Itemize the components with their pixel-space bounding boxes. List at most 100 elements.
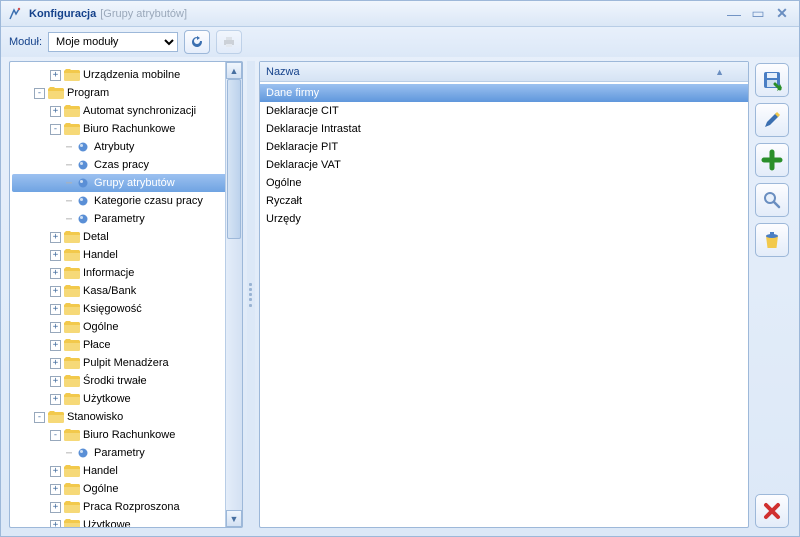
folder-icon [64, 428, 80, 442]
folder-icon [64, 248, 80, 262]
list-item[interactable]: Deklaracje PIT [260, 138, 748, 156]
expander-icon[interactable]: + [50, 394, 61, 405]
folder-icon [64, 104, 80, 118]
sort-indicator-icon: ▲ [715, 67, 742, 77]
expander-icon[interactable]: + [50, 358, 61, 369]
tree-item-label: Płace [83, 339, 111, 351]
tree-item[interactable]: ⋯Grupy atrybutów [12, 174, 240, 192]
delete-button[interactable] [755, 223, 789, 257]
tree-folder[interactable]: +Księgowość [12, 300, 240, 318]
tree-folder[interactable]: +Ogólne [12, 318, 240, 336]
tree-item-label: Handel [83, 465, 118, 477]
list-header-name[interactable]: Nazwa ▲ [260, 62, 748, 82]
list-item[interactable]: Ryczałt [260, 192, 748, 210]
expander-icon[interactable]: + [50, 322, 61, 333]
tree-scrollbar[interactable]: ▲ ▼ [225, 62, 242, 527]
print-icon [221, 34, 237, 50]
tree-connector: ⋯ [66, 160, 73, 171]
list-item[interactable]: Urzędy [260, 210, 748, 228]
tree-item-label: Środki trwałe [83, 375, 147, 387]
trash-icon [761, 229, 783, 251]
list-item[interactable]: Ogólne [260, 174, 748, 192]
expander-icon[interactable]: + [50, 268, 61, 279]
expander-icon[interactable]: + [50, 376, 61, 387]
expander-icon[interactable]: + [50, 502, 61, 513]
config-tree[interactable]: +Urządzenia mobilne-Program + Automat sync… [10, 62, 242, 527]
tree-folder[interactable]: +Detal [12, 228, 240, 246]
close-icon [762, 501, 782, 521]
tree-folder[interactable]: + Automat synchronizacji [12, 102, 240, 120]
expander-icon[interactable]: + [50, 106, 61, 117]
list-item[interactable]: Dane firmy [260, 84, 748, 102]
tree-folder[interactable]: + Użytkowe [12, 390, 240, 408]
tree-item-label: Użytkowe [83, 393, 131, 405]
list-item[interactable]: Deklaracje Intrastat [260, 120, 748, 138]
close-window-button[interactable]: ✕ [771, 5, 793, 23]
list-item[interactable]: Deklaracje CIT [260, 102, 748, 120]
attribute-group-list[interactable]: Dane firmyDeklaracje CITDeklaracje Intra… [260, 82, 748, 230]
scroll-up-button[interactable]: ▲ [226, 62, 242, 79]
search-button[interactable] [755, 183, 789, 217]
expander-icon[interactable]: + [50, 250, 61, 261]
list-item[interactable]: Deklaracje VAT [260, 156, 748, 174]
expander-icon[interactable]: - [50, 124, 61, 135]
tree-folder[interactable]: + Środki trwałe [12, 372, 240, 390]
tree-folder[interactable]: +Praca Rozproszona [12, 498, 240, 516]
expander-icon[interactable]: - [34, 88, 45, 99]
scroll-thumb[interactable] [227, 79, 241, 239]
tree-folder[interactable]: -Biuro Rachunkowe [12, 426, 240, 444]
module-select[interactable]: Moje moduły [48, 32, 178, 52]
splitter[interactable] [247, 61, 255, 528]
tree-item-label: Handel [83, 249, 118, 261]
expander-icon[interactable]: - [50, 430, 61, 441]
expander-icon[interactable]: + [50, 520, 61, 528]
edit-button[interactable] [755, 103, 789, 137]
expander-icon[interactable]: + [50, 232, 61, 243]
tree-folder[interactable]: +Urządzenia mobilne [12, 66, 240, 84]
add-button[interactable] [755, 143, 789, 177]
tree-folder[interactable]: +Użytkowe [12, 516, 240, 527]
tree-folder[interactable]: +Informacje [12, 264, 240, 282]
expander-icon[interactable]: + [50, 340, 61, 351]
maximize-button[interactable]: ▭ [747, 5, 769, 23]
tree-item[interactable]: ⋯Parametry [12, 210, 240, 228]
expander-icon[interactable]: + [50, 466, 61, 477]
tree-folder[interactable]: - Biuro Rachunkowe [12, 120, 240, 138]
save-icon [761, 69, 783, 91]
expander-icon[interactable]: + [50, 484, 61, 495]
folder-icon [64, 266, 80, 280]
tree-item-label: Automat synchronizacji [83, 105, 196, 117]
folder-icon [64, 464, 80, 478]
tree-item-label: Biuro Rachunkowe [83, 123, 175, 135]
folder-icon [64, 338, 80, 352]
tree-folder[interactable]: - Stanowisko [12, 408, 240, 426]
tree-item[interactable]: ⋯Atrybuty [12, 138, 240, 156]
content-area: +Urządzenia mobilne-Program + Automat sync… [1, 57, 799, 536]
tree-folder[interactable]: + Handel [12, 462, 240, 480]
folder-icon [48, 86, 64, 100]
tree-item[interactable]: ⋯Kategorie czasu pracy [12, 192, 240, 210]
scroll-down-button[interactable]: ▼ [226, 510, 242, 527]
expander-icon[interactable]: - [34, 412, 45, 423]
tree-item-label: Grupy atrybutów [94, 177, 175, 189]
tree-item[interactable]: ⋯Parametry [12, 444, 240, 462]
tree-item-label: Stanowisko [67, 411, 123, 423]
tree-folder[interactable]: -Program [12, 84, 240, 102]
tree-folder[interactable]: + Ogólne [12, 480, 240, 498]
minimize-button[interactable]: — [723, 5, 745, 23]
folder-icon [64, 500, 80, 514]
item-icon [75, 176, 91, 190]
tree-item[interactable]: ⋯Czas pracy [12, 156, 240, 174]
refresh-button[interactable] [184, 30, 210, 54]
close-button[interactable] [755, 494, 789, 528]
tree-item-label: Pulpit Menadżera [83, 357, 169, 369]
expander-icon[interactable]: + [50, 304, 61, 315]
tree-folder[interactable]: + Handel [12, 246, 240, 264]
expander-icon[interactable]: + [50, 286, 61, 297]
tree-folder[interactable]: + Płace [12, 336, 240, 354]
tree-folder[interactable]: +Kasa/Bank [12, 282, 240, 300]
tree-item-label: Ogólne [83, 483, 118, 495]
save-button[interactable] [755, 63, 789, 97]
tree-folder[interactable]: + Pulpit Menadżera [12, 354, 240, 372]
expander-icon[interactable]: + [50, 70, 61, 81]
